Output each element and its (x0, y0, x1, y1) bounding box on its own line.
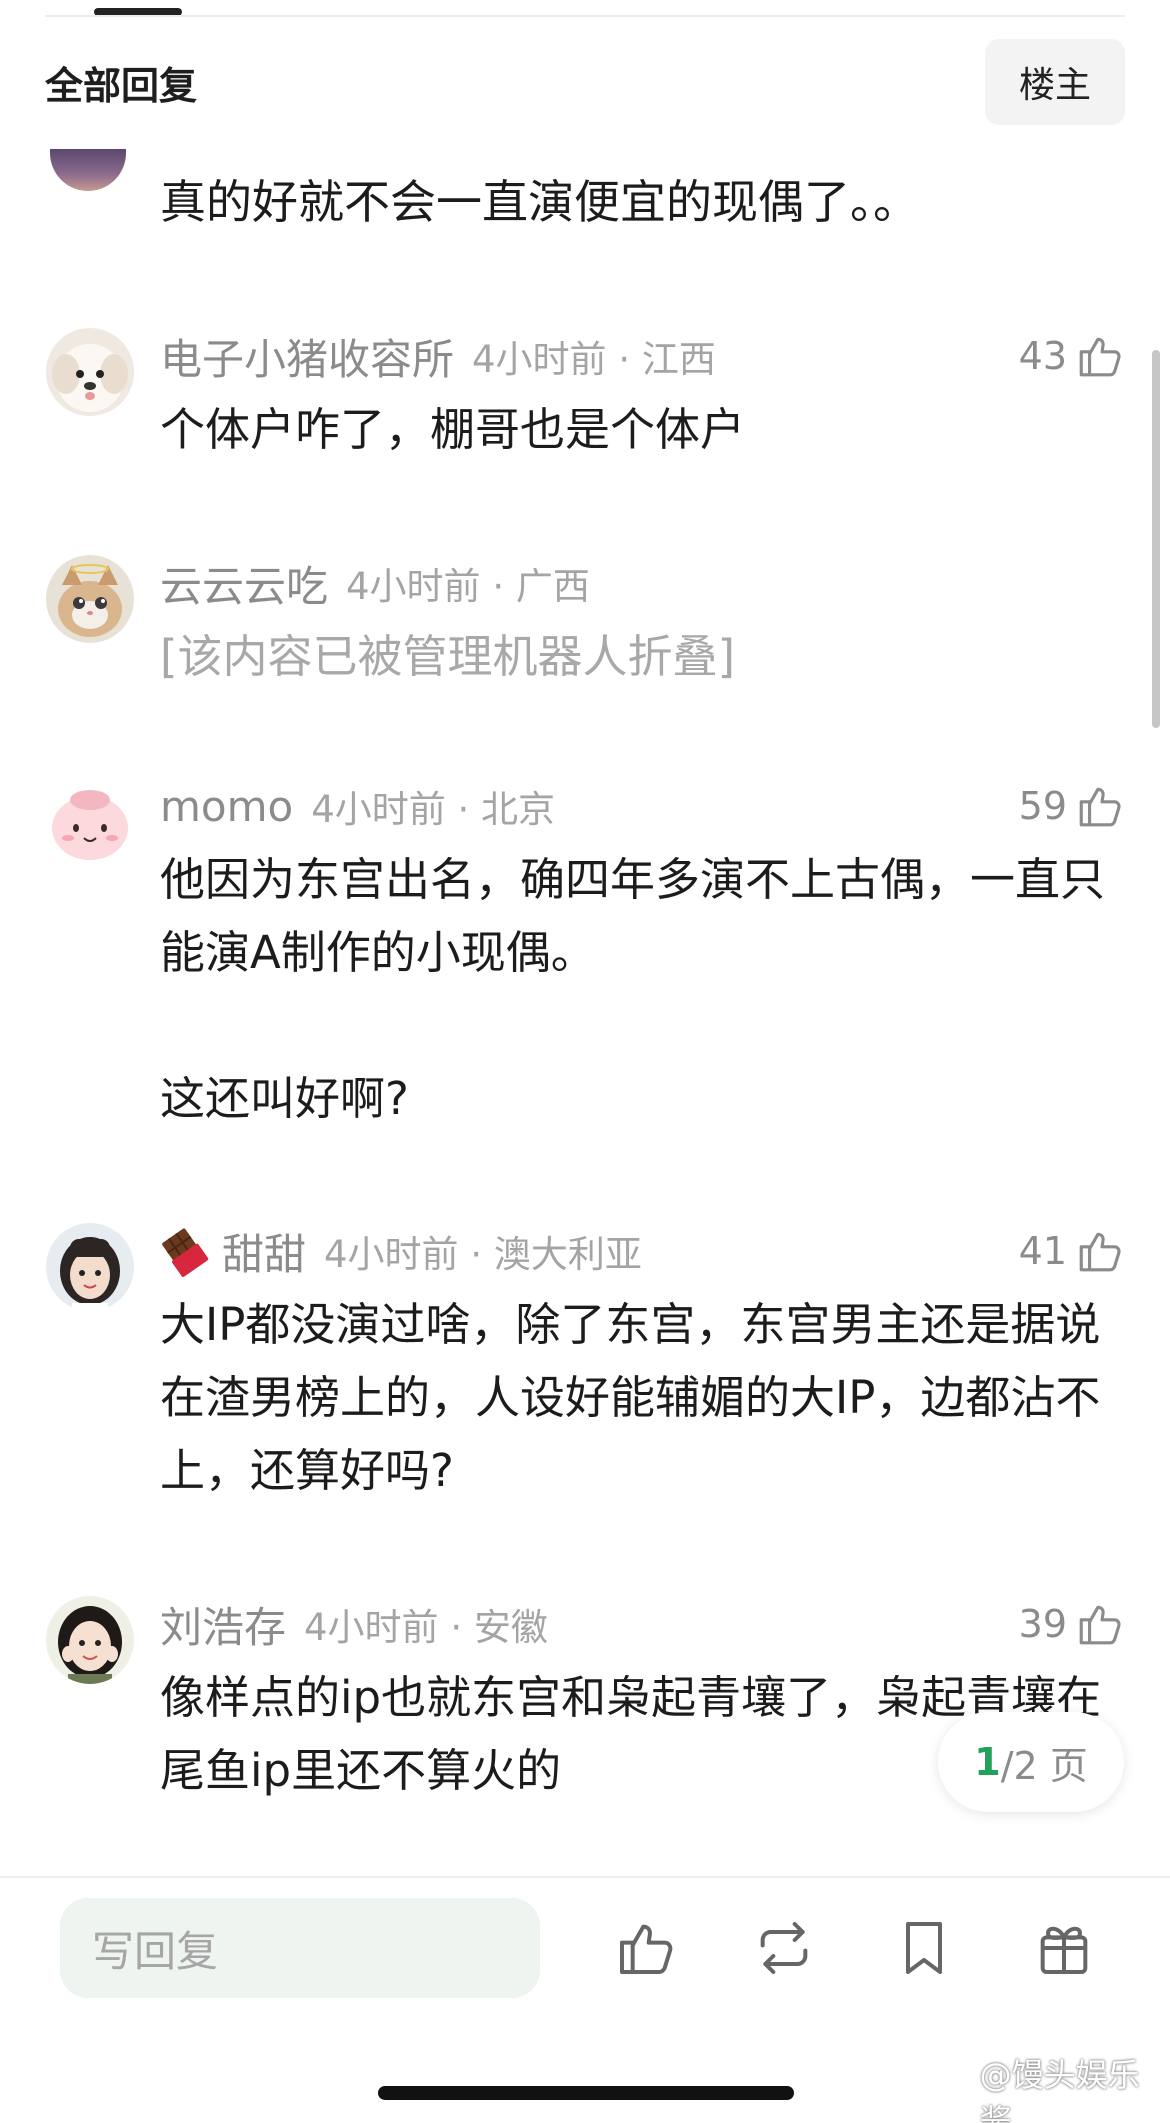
page-indicator-button[interactable]: 1 /2 页 (938, 1712, 1124, 1812)
thumbs-up-icon (1079, 787, 1121, 827)
like-count: 41 (1018, 1229, 1067, 1273)
time-location: 4小时前 · 安徽 (304, 1606, 548, 1649)
bookmark-icon[interactable] (892, 1916, 956, 1980)
comment-meta: 刘浩存 4小时前 · 安徽 (160, 1596, 548, 1652)
like-button[interactable]: 41 (1019, 1223, 1125, 1279)
comment-meta: momo 4小时前 · 北京 (160, 778, 555, 834)
like-count: 39 (1018, 1602, 1067, 1646)
username[interactable]: momo (160, 782, 293, 831)
replies-header: 全部回复 楼主 (45, 38, 1125, 126)
chocolate-emoji-icon (160, 1225, 212, 1277)
op-filter-button[interactable]: 楼主 (985, 39, 1125, 125)
comment-text: 个体户咋了，棚哥也是个体户 (160, 403, 746, 456)
thumbs-up-icon (1079, 1605, 1121, 1645)
all-replies-title: 全部回复 (45, 63, 198, 108)
thumbs-up-icon[interactable] (614, 1916, 678, 1980)
comment-text: 大IP都没演过啥，除了东宫，东宫男主还是据说在渣男榜上的，人设好能辅媚的大IP，… (160, 1298, 1101, 1497)
time-location: 4小时前 · 北京 (311, 788, 556, 831)
total-pages: /2 页 (1000, 1743, 1088, 1788)
like-button[interactable]: 59 (1019, 778, 1125, 834)
like-count: 59 (1018, 784, 1067, 828)
avatar[interactable] (46, 1223, 134, 1311)
comment-text: 他因为东宫出名，确四年多演不上古偶，一直只能演A制作的小现偶。 这还叫好啊? (160, 853, 1106, 1125)
comment-meta: 云云云吃 4小时前 · 广西 (160, 555, 590, 611)
time-location: 4小时前 · 澳大利亚 (324, 1233, 642, 1276)
comment-meta: 甜甜 4小时前 · 澳大利亚 (160, 1223, 642, 1279)
vertical-scrollbar[interactable] (1152, 350, 1160, 728)
folded-comment-notice[interactable]: [该内容已被管理机器人折叠] (160, 620, 1115, 693)
username[interactable]: 刘浩存 (160, 1594, 286, 1655)
watermark-text: @馒头娱乐酱 (979, 2056, 1140, 2123)
comment-meta: 电子小猪收容所 4小时前 · 江西 (160, 328, 716, 384)
like-button[interactable]: 43 (1019, 328, 1125, 384)
avatar[interactable] (46, 328, 134, 416)
gift-icon[interactable] (1032, 1916, 1096, 1980)
weibo-watermark: @馒头娱乐酱 (934, 2056, 1170, 2123)
top-divider (45, 15, 1125, 17)
username[interactable]: 云云云吃 (160, 553, 328, 614)
avatar[interactable] (46, 778, 134, 866)
username[interactable]: 甜甜 (222, 1221, 306, 1282)
username[interactable]: 电子小猪收容所 (160, 326, 454, 387)
thumbs-up-icon (1079, 1232, 1121, 1272)
thumbs-up-icon (1079, 337, 1121, 377)
repost-icon[interactable] (752, 1916, 816, 1980)
time-location: 4小时前 · 广西 (346, 565, 590, 608)
avatar[interactable] (50, 149, 126, 191)
comment-text: 真的好就不会一直演便宜的现偶了。。 (160, 175, 919, 229)
like-button[interactable]: 39 (1019, 1596, 1125, 1652)
avatar[interactable] (46, 1596, 134, 1684)
current-page: 1 (974, 1740, 1001, 1784)
like-count: 43 (1018, 334, 1067, 378)
time-location: 4小时前 · 江西 (472, 338, 716, 381)
reply-input[interactable]: 写回复 (60, 1898, 540, 1998)
home-indicator[interactable] (378, 2086, 794, 2100)
weibo-logo-icon (934, 2081, 972, 2113)
avatar[interactable] (46, 555, 134, 643)
